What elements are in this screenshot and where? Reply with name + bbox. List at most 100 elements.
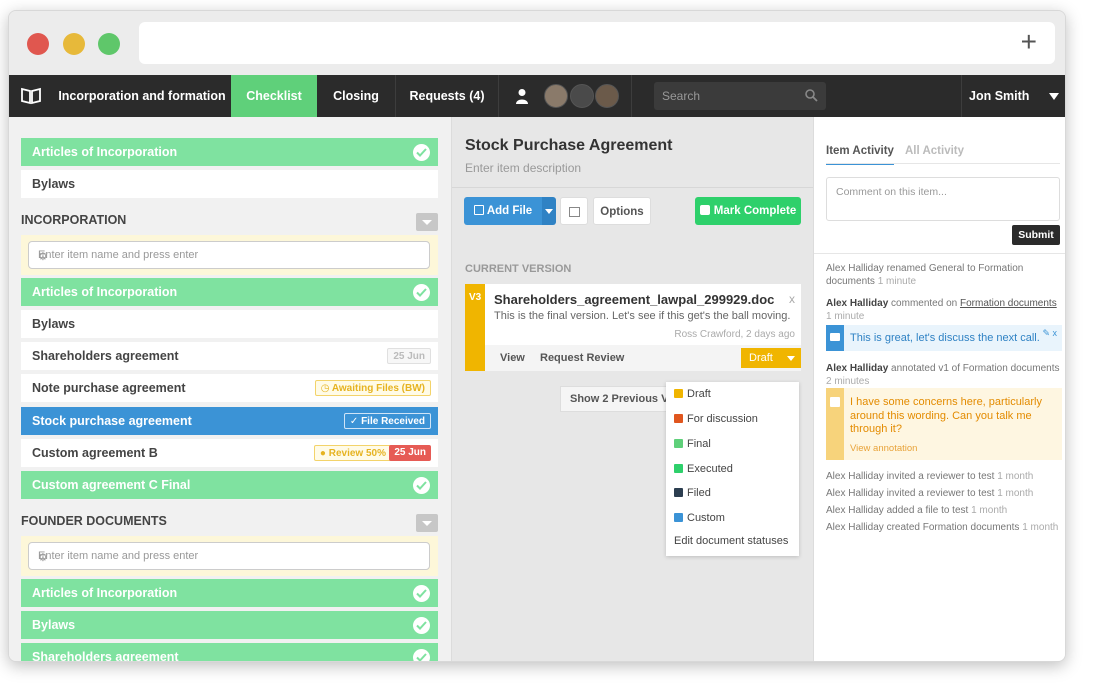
calendar-button[interactable] [560, 197, 588, 225]
close-icon[interactable]: x [789, 292, 795, 306]
status-option-final[interactable]: Final [674, 438, 711, 454]
activity-text: Alex Halliday invited a reviewer to test [826, 471, 995, 482]
show-previous-versions-button[interactable]: Show 2 Previous Ve [560, 386, 670, 412]
check-icon[interactable] [413, 284, 430, 301]
divider [814, 253, 1065, 254]
gear-icon[interactable]: ⚙ [38, 249, 421, 266]
current-version-label: CURRENT VERSION [465, 263, 572, 275]
search-input[interactable]: Search [654, 82, 826, 110]
user-icon[interactable] [515, 88, 529, 107]
status-dropdown[interactable]: Draft [741, 348, 801, 368]
view-annotation-link[interactable]: View annotation [850, 443, 917, 454]
checklist-item[interactable]: Custom agreement C Final [21, 471, 438, 499]
checklist-item[interactable]: Articles of Incorporation [21, 138, 438, 166]
options-button[interactable]: Options [593, 197, 651, 225]
mark-complete-button[interactable]: Mark Complete [695, 197, 801, 225]
status-swatch [674, 488, 683, 497]
close-window-button[interactable] [27, 33, 49, 55]
status-badge: ✓ File Received [343, 413, 431, 429]
nav-divider [498, 75, 499, 117]
checklist-item[interactable]: Custom agreement B ● Review 50% 25 Jun [21, 439, 438, 467]
book-icon[interactable] [9, 75, 53, 117]
status-swatch [674, 439, 683, 448]
nav-matter[interactable]: Incorporation and formation [53, 75, 231, 117]
document-meta: Ross Crawford, 2 days ago [674, 329, 795, 340]
address-bar[interactable]: + [139, 22, 1055, 64]
browser-window: + Incorporation and formation Checklist … [8, 10, 1066, 662]
activity-actor: Alex Halliday [826, 298, 889, 309]
divider [452, 187, 813, 188]
caret-down-icon [422, 220, 432, 225]
checklist-item-label: Shareholders agreement [32, 650, 179, 662]
activity-entry: Alex Halliday invited a reviewer to test… [826, 470, 1062, 483]
chevron-down-icon [1049, 93, 1059, 100]
checklist-item-label: Bylaws [32, 618, 76, 632]
item-title[interactable]: Stock Purchase Agreement [465, 137, 672, 155]
activity-time: 1 minute [877, 276, 917, 287]
nav-closing[interactable]: Closing [317, 75, 395, 117]
item-description-input[interactable]: Enter item description [465, 161, 581, 175]
check-icon[interactable] [413, 649, 430, 661]
annotation-icon [826, 388, 844, 460]
submit-button[interactable]: Submit [1012, 225, 1060, 245]
check-icon[interactable] [413, 585, 430, 602]
check-icon: ✓ [349, 416, 362, 427]
nav-requests[interactable]: Requests (4) [396, 75, 498, 117]
activity-text: commented on [891, 298, 958, 309]
add-file-button[interactable]: Add File [464, 197, 542, 225]
check-icon[interactable] [413, 477, 430, 494]
gear-icon[interactable]: ⚙ [38, 550, 421, 567]
checklist-item[interactable]: Bylaws [21, 310, 438, 338]
mark-complete-label: Mark Complete [713, 205, 797, 217]
status-option-filed[interactable]: Filed [674, 487, 711, 503]
user-menu[interactable]: Jon Smith [969, 75, 1059, 117]
avatar[interactable] [544, 84, 568, 108]
checklist-item-selected[interactable]: Stock purchase agreement ✓ File Received [21, 407, 438, 435]
section-toggle-button[interactable] [416, 514, 438, 532]
activity-text: Alex Halliday added a file to test [826, 505, 969, 516]
nav-checklist[interactable]: Checklist [231, 75, 317, 117]
section-heading: INCORPORATION [21, 213, 438, 233]
check-icon[interactable] [413, 617, 430, 634]
tab-item-activity[interactable]: Item Activity [826, 145, 894, 165]
status-swatch [674, 414, 683, 423]
status-option-executed[interactable]: Executed [674, 463, 733, 479]
checklist-item[interactable]: Shareholders agreement [21, 643, 438, 662]
check-icon[interactable] [413, 144, 430, 161]
view-button[interactable]: View [500, 352, 525, 364]
top-navbar: Incorporation and formation Checklist Cl… [9, 75, 1065, 117]
status-option-for-discussion[interactable]: For discussion [674, 413, 758, 429]
add-file-label: Add File [486, 205, 533, 217]
add-file-dropdown-button[interactable] [542, 197, 556, 225]
checklist-item[interactable]: Shareholders agreement 25 Jun [21, 342, 438, 370]
activity-target-link[interactable]: Formation documents [960, 298, 1057, 309]
request-review-button[interactable]: Request Review [540, 352, 624, 364]
divider [826, 163, 1060, 164]
checklist-item[interactable]: Bylaws [21, 170, 438, 198]
checklist-item[interactable]: Articles of Incorporation [21, 579, 438, 607]
new-tab-icon[interactable]: + [1021, 28, 1037, 56]
checklist-item[interactable]: Bylaws [21, 611, 438, 639]
minimize-window-button[interactable] [63, 33, 85, 55]
checklist-item[interactable]: Note purchase agreement ◷ Awaiting Files… [21, 374, 438, 402]
activity-time: 1 month [997, 488, 1034, 499]
avatar[interactable] [570, 84, 594, 108]
add-item-input[interactable]: Enter item name and press enter ⚙ [28, 542, 430, 570]
maximize-window-button[interactable] [98, 33, 120, 55]
edit-icon[interactable]: ✎ [1042, 328, 1050, 338]
status-option-custom[interactable]: Custom [674, 512, 725, 528]
checklist-item[interactable]: Articles of Incorporation [21, 278, 438, 306]
add-item-input[interactable]: Enter item name and press enter ⚙ [28, 241, 430, 269]
status-option-draft[interactable]: Draft [674, 388, 711, 404]
caret-down-icon [422, 521, 432, 526]
comment-input[interactable]: Comment on this item... [826, 177, 1060, 221]
tab-all-activity[interactable]: All Activity [905, 145, 964, 157]
close-icon[interactable]: x [1053, 328, 1058, 338]
status-option-label: For discussion [687, 413, 758, 425]
status-swatch [674, 389, 683, 398]
section-toggle-button[interactable] [416, 213, 438, 231]
document-filename[interactable]: Shareholders_agreement_lawpal_299929.doc [494, 292, 774, 307]
edit-statuses-link[interactable]: Edit document statuses [674, 535, 788, 551]
avatar[interactable] [595, 84, 619, 108]
activity-entry: Alex Halliday invited a reviewer to test… [826, 487, 1062, 500]
